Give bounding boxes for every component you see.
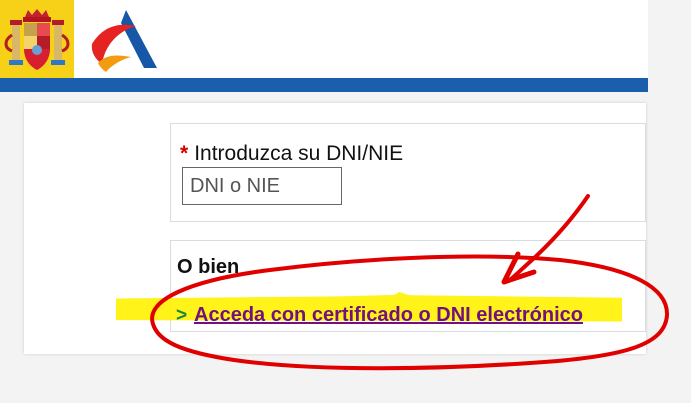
- header-divider-bar: [0, 78, 648, 92]
- chevron-right-icon: >: [176, 305, 188, 326]
- required-marker: *: [180, 142, 189, 165]
- dni-field-label: * Introduzca su DNI/NIE: [180, 143, 403, 164]
- coat-of-arms-icon: [4, 9, 70, 70]
- coat-of-arms-logo: [0, 0, 74, 78]
- dni-input[interactable]: [182, 167, 342, 205]
- dni-label-text: Introduzca su DNI/NIE: [194, 142, 404, 165]
- alternative-title: O bien: [177, 256, 240, 278]
- agency-logo-icon: [91, 10, 157, 72]
- certificate-login-link[interactable]: Acceda con certificado o DNI electrónico: [194, 304, 583, 327]
- site-header: [0, 0, 648, 92]
